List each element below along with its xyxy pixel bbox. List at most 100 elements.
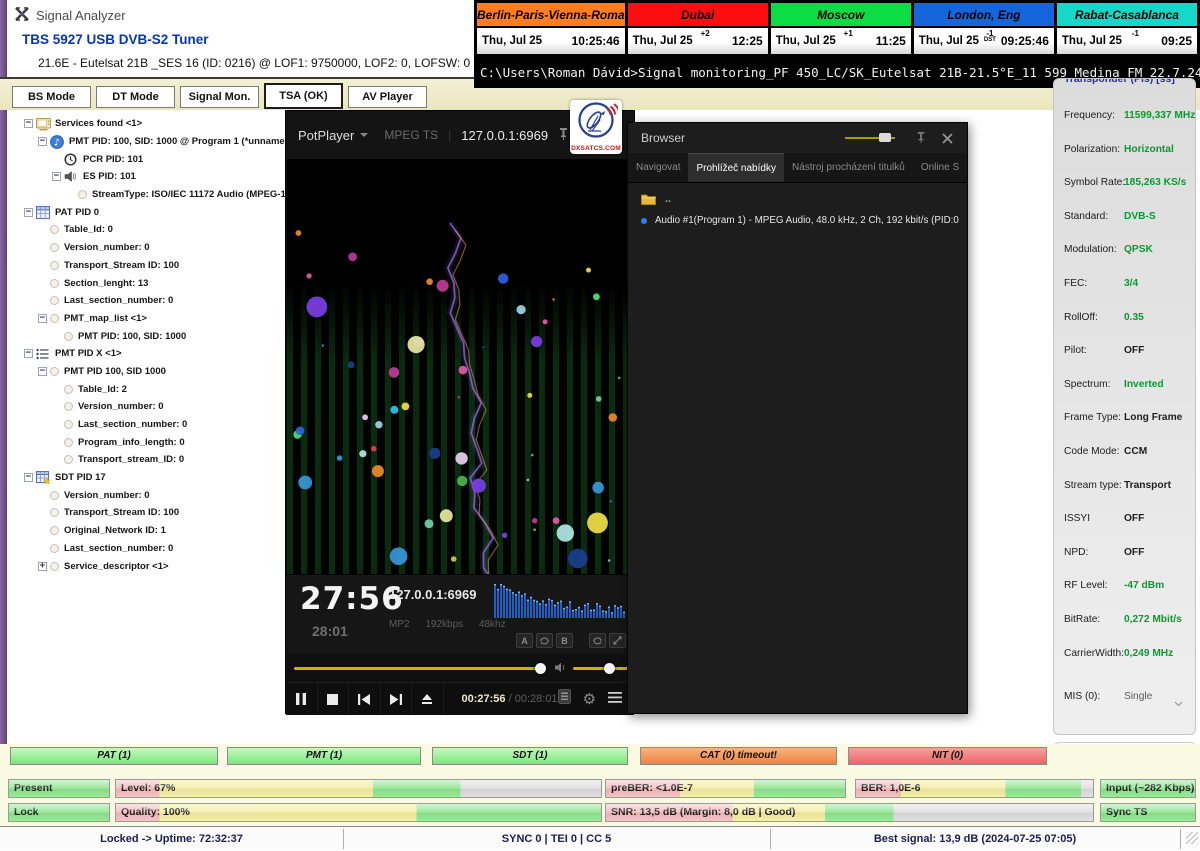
ts-analysis-tree: −Services found <1>−♪PMT PID: 100, SID: … xyxy=(8,115,280,765)
tree-item[interactable]: Table_Id: 2 xyxy=(8,380,280,398)
collapse-icon[interactable]: − xyxy=(24,119,33,128)
tree-item[interactable]: Program_info_length: 0 xyxy=(8,433,280,451)
collapse-icon[interactable]: − xyxy=(52,172,61,181)
tree-item-label: Table_Id: 2 xyxy=(78,384,127,395)
settings-gear-icon[interactable]: ⚙ xyxy=(583,692,596,707)
repeat-loop-button[interactable] xyxy=(536,633,553,648)
tree-item[interactable]: Version_number: 0 xyxy=(8,398,280,416)
tree-item[interactable]: +Service_descriptor <1> xyxy=(8,557,280,575)
volume-bar[interactable] xyxy=(573,667,629,670)
tree-item[interactable]: −Services found <1> xyxy=(8,115,280,133)
tree-item[interactable]: −SDT PID 17 xyxy=(8,469,280,487)
tree-item-label: Program_info_length: 0 xyxy=(78,437,185,448)
world-clock-panel: Berlin-Paris-Vienna-RomaThu, Jul 2510:25… xyxy=(474,0,1200,58)
tree-item[interactable]: −PMT PID 100, SID 1000 xyxy=(8,363,280,381)
collapse-icon[interactable]: − xyxy=(24,349,33,358)
tree-item[interactable]: −PMT PID X <1> xyxy=(8,345,280,363)
chevron-down-icon[interactable] xyxy=(360,133,368,137)
tree-item[interactable]: Version_number: 0 xyxy=(8,239,280,257)
parameter-value: -47 dBm xyxy=(1124,580,1164,591)
tree-item-label: Last_section_number: 0 xyxy=(78,419,187,430)
spacer xyxy=(576,633,586,648)
tree-item[interactable]: Last_section_number: 0 xyxy=(8,292,280,310)
close-icon[interactable] xyxy=(942,131,953,149)
parameter-value: Transport xyxy=(1124,480,1171,491)
clock-offset-value: -1 xyxy=(984,30,996,37)
fullscreen-button[interactable] xyxy=(609,633,626,648)
repeat-b-button[interactable]: B xyxy=(556,633,573,648)
parameter-value: OFF xyxy=(1124,345,1144,356)
tree-item[interactable]: Table_Id: 0 xyxy=(8,221,280,239)
tree-item[interactable]: −ES PID: 101 xyxy=(8,168,280,186)
playlist-icon[interactable] xyxy=(558,689,571,709)
browser-tab-0[interactable]: Navigovat xyxy=(628,153,688,182)
collapse-icon[interactable]: − xyxy=(24,208,33,217)
audio-track-item[interactable]: Audio #1(Program 1) - MPEG Audio, 48.0 k… xyxy=(641,215,959,226)
tree-item[interactable]: Original_Network ID: 1 xyxy=(8,522,280,540)
player-source: 127.0.0.1:6969 xyxy=(389,587,476,602)
collapse-icon[interactable]: − xyxy=(38,367,47,376)
meter-input: Input (~282 Kbps) xyxy=(1100,779,1196,798)
tree-item[interactable]: Transport_stream_ID: 0 xyxy=(8,451,280,469)
tree-item[interactable]: PMT PID: 100, SID: 1000 xyxy=(8,327,280,345)
parameter-label: NPD: xyxy=(1064,547,1088,558)
chevron-down-icon[interactable] xyxy=(1174,694,1183,712)
tree-item-label: PAT PID 0 xyxy=(55,207,99,218)
tree-item[interactable]: PCR PID: 101 xyxy=(8,150,280,168)
parameter-row: NPD:OFF xyxy=(1054,547,1195,561)
seek-knob[interactable] xyxy=(535,663,546,674)
collapse-icon[interactable]: − xyxy=(24,473,33,482)
tree-item[interactable]: − PAT PID 0 xyxy=(8,203,280,221)
tab-dt-mode[interactable]: DT Mode xyxy=(96,86,175,108)
tree-item[interactable]: −♪PMT PID: 100, SID: 1000 @ Program 1 (*… xyxy=(8,133,280,151)
expand-icon[interactable]: + xyxy=(38,562,47,571)
satellite-dish-icon xyxy=(574,100,618,142)
services-icon xyxy=(36,117,51,131)
meter-label: Quality: 100% xyxy=(121,806,190,818)
parent-folder-item[interactable]: .. xyxy=(641,193,671,205)
meter-present: Present xyxy=(8,779,110,798)
browser-tab-2[interactable]: Nástroj procházení titulků xyxy=(784,153,913,182)
tree-item[interactable]: Section_lenght: 13 xyxy=(8,274,280,292)
tree-item[interactable]: −PMT_map_list <1> xyxy=(8,310,280,328)
loop-button[interactable] xyxy=(589,633,606,648)
seek-bar[interactable] xyxy=(294,667,546,670)
parameter-value: DVB-S xyxy=(1124,211,1156,222)
volume-knob[interactable] xyxy=(604,663,615,674)
mis-value[interactable]: Single xyxy=(1124,691,1152,702)
node-bullet-icon xyxy=(50,243,59,252)
tree-item-label: PMT PID: 100, SID: 1000 @ Program 1 (*un… xyxy=(69,136,322,147)
tab-signal-mon-[interactable]: Signal Mon. xyxy=(180,86,259,108)
collapse-icon[interactable]: − xyxy=(38,137,47,146)
volume-icon[interactable] xyxy=(554,661,568,679)
browser-tab-1[interactable]: Prohlížeč nabídky xyxy=(688,153,784,182)
pin-icon[interactable] xyxy=(557,127,570,146)
resize-grip[interactable] xyxy=(1186,832,1198,844)
player-app-name[interactable]: PotPlayer xyxy=(298,128,354,143)
tree-item[interactable]: StreamType: ISO/IEC 11172 Audio (MPEG-1)… xyxy=(8,186,280,204)
collapse-icon[interactable]: − xyxy=(38,314,47,323)
repeat-a-button[interactable]: A xyxy=(516,633,533,648)
parameter-label: Spectrum: xyxy=(1064,379,1110,390)
eject-button[interactable] xyxy=(412,683,444,715)
clock-column: DubaiThu, Jul 25+212:25 xyxy=(628,3,768,55)
tree-item[interactable]: Last_section_number: 0 xyxy=(8,416,280,434)
tab-tsa-ok-[interactable]: TSA (OK) xyxy=(264,83,343,109)
node-bullet-icon xyxy=(64,385,73,394)
tree-item[interactable]: Last_section_number: 0 xyxy=(8,540,280,558)
browser-tab-3[interactable]: Online S xyxy=(913,153,967,182)
previous-button[interactable] xyxy=(349,683,381,715)
pause-button[interactable] xyxy=(286,683,318,715)
tree-item[interactable]: Version_number: 0 xyxy=(8,486,280,504)
tree-item[interactable]: Transport_Stream ID: 100 xyxy=(8,504,280,522)
tab-bs-mode[interactable]: BS Mode xyxy=(12,86,91,108)
menu-icon[interactable] xyxy=(608,690,622,708)
pin-icon[interactable] xyxy=(915,131,927,149)
parameter-label: Frame Type: xyxy=(1064,412,1121,423)
browser-opacity-knob[interactable] xyxy=(879,133,891,142)
tree-item[interactable]: Transport_Stream ID: 100 xyxy=(8,257,280,275)
tab-av-player[interactable]: AV Player xyxy=(348,86,427,108)
stop-button[interactable] xyxy=(318,683,350,715)
meter-ber: BER: 1,0E-6 xyxy=(855,779,1094,798)
next-button[interactable] xyxy=(381,683,413,715)
